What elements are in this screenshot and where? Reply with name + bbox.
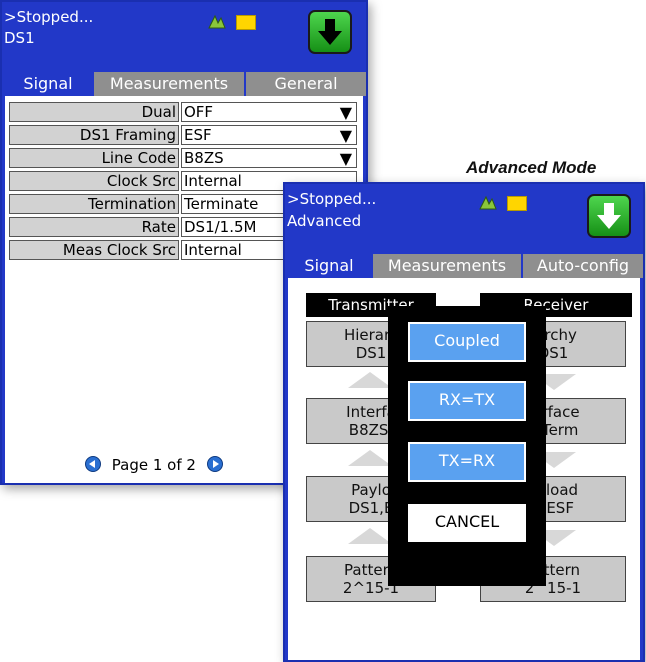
setting-label: Meas Clock Src (9, 240, 179, 260)
setting-value[interactable]: OFF ▼ (181, 102, 357, 122)
run-button[interactable] (587, 194, 631, 238)
tab-measurements[interactable]: Measurements (94, 72, 244, 96)
tab-signal[interactable]: Signal (4, 72, 92, 96)
up-arrow-icon (348, 528, 392, 544)
tab-measurements[interactable]: Measurements (373, 254, 521, 278)
pager: Page 1 of 2 (85, 456, 223, 474)
setting-value[interactable]: ESF ▼ (181, 125, 357, 145)
mode-text: DS1 (4, 29, 35, 47)
network-icon (478, 195, 498, 215)
folder-icon (507, 196, 527, 211)
tab-bar: Signal Measurements General (2, 72, 366, 96)
up-arrow-icon (348, 450, 392, 466)
dropdown-arrow-icon[interactable]: ▼ (340, 128, 352, 144)
down-arrow-icon (597, 203, 621, 229)
signal-diagram-panel: Transmitter Receiver Hierarc DS1 rarchy … (285, 278, 643, 660)
value-text: OFF (184, 103, 214, 121)
setting-label: Termination (9, 194, 179, 214)
setting-label: Line Code (9, 148, 179, 168)
advanced-mode-caption: Advanced Mode (466, 158, 597, 177)
network-icon (207, 14, 227, 34)
tab-bar: Signal Measurements Auto-config (285, 254, 643, 278)
setting-label: DS1 Framing (9, 125, 179, 145)
run-button[interactable] (308, 10, 352, 54)
cancel-button[interactable]: CANCEL (408, 504, 526, 542)
up-arrow-icon (348, 372, 392, 388)
tx-equals-rx-button[interactable]: TX=RX (408, 442, 526, 482)
setting-label: Rate (9, 217, 179, 237)
screen-advanced: >Stopped... Advanced Signal Measurements… (283, 182, 645, 662)
folder-icon (236, 15, 256, 30)
tab-general[interactable]: General (246, 72, 366, 96)
coupled-button[interactable]: Coupled (408, 322, 526, 362)
value-text: ESF (184, 126, 212, 144)
rx-equals-tx-button[interactable]: RX=TX (408, 381, 526, 421)
screen-header: >Stopped... Advanced (285, 184, 643, 254)
setting-label: Dual (9, 102, 179, 122)
mode-text: Advanced (287, 212, 362, 230)
dropdown-arrow-icon[interactable]: ▼ (340, 151, 352, 167)
page-next-icon[interactable] (206, 456, 223, 472)
page-prev-icon[interactable] (85, 456, 101, 472)
setting-value[interactable]: B8ZS ▼ (181, 148, 357, 168)
page-indicator: Page 1 of 2 (111, 456, 196, 474)
tab-signal[interactable]: Signal (287, 254, 371, 278)
status-text: >Stopped... (4, 8, 94, 26)
setting-label: Clock Src (9, 171, 179, 191)
dropdown-arrow-icon[interactable]: ▼ (340, 105, 352, 121)
coupling-popup: Coupled RX=TX TX=RX CANCEL (388, 306, 546, 586)
status-text: >Stopped... (287, 190, 377, 208)
tab-auto-config[interactable]: Auto-config (523, 254, 643, 278)
down-arrow-icon (318, 19, 342, 45)
screen-header: >Stopped... DS1 (2, 2, 366, 72)
value-text: B8ZS (184, 149, 224, 167)
